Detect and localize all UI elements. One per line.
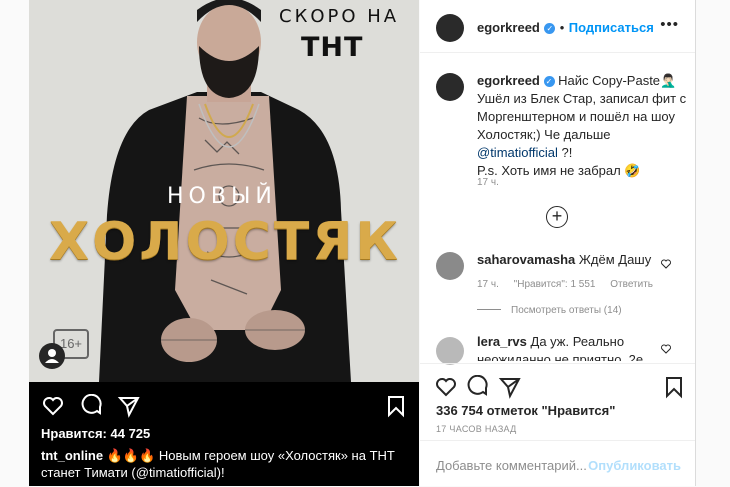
comment-avatar[interactable]: [436, 337, 464, 365]
bookmark-icon[interactable]: [384, 394, 408, 418]
comment-likes[interactable]: "Нравится": 1 551: [514, 279, 596, 290]
likes-count[interactable]: 336 754 отметок "Нравится": [436, 403, 615, 418]
left-likes-count[interactable]: Нравится: 44 725: [41, 426, 150, 441]
comment-meta: 17 ч. "Нравится": 1 551 Ответить: [477, 279, 653, 290]
left-post-panel: СКОРО НА ТНТ НОВЫЙ ХОЛОСТЯК 16+ Нравится…: [29, 0, 419, 486]
post-image[interactable]: СКОРО НА ТНТ НОВЫЙ ХОЛОСТЯК 16+: [29, 0, 419, 382]
caption-time[interactable]: 17 ч.: [477, 177, 499, 188]
caption-avatar[interactable]: [436, 73, 464, 101]
comment-icon[interactable]: [466, 375, 490, 399]
post-comment-button[interactable]: Опубликовать: [588, 458, 681, 473]
header-separator: •: [559, 20, 565, 35]
comment-input[interactable]: Добавьте комментарий...: [436, 458, 587, 473]
tagged-users-icon[interactable]: [39, 343, 65, 369]
caption-ps: P.s. Хоть имя не забрал 🤣: [477, 163, 641, 178]
view-replies-button[interactable]: Посмотреть ответы (14): [477, 305, 622, 316]
left-caption: tnt_online 🔥🔥🔥 Новым героем шоу «Холостя…: [41, 447, 411, 481]
post-caption: egorkreed ✓ Найс Copy-Paste🤦🏻‍♂️ Ушёл из…: [477, 72, 689, 180]
comment-like-heart-icon[interactable]: [660, 343, 672, 355]
verified-icon: ✓: [544, 23, 556, 34]
poster-headline-main: ХОЛОСТЯК: [49, 212, 401, 272]
post-date[interactable]: 17 ЧАСОВ НАЗАД: [436, 424, 517, 434]
share-icon[interactable]: [498, 375, 522, 399]
caption-username[interactable]: egorkreed: [477, 73, 540, 88]
poster-soon-text: СКОРО НА: [279, 6, 400, 27]
comment-item: saharovamasha Ждём Дашу: [477, 251, 667, 269]
comment-icon[interactable]: [80, 394, 104, 418]
follow-button[interactable]: Подписаться: [569, 20, 654, 35]
right-post-panel: egorkreed ✓ • Подписаться ••• egorkreed …: [420, 0, 696, 486]
comment-item: lera_rvs Да уж. Реально неожиданно не пр…: [477, 333, 667, 361]
left-caption-user[interactable]: tnt_online: [41, 448, 103, 463]
share-icon[interactable]: [117, 394, 141, 418]
view-replies-label: Посмотреть ответы (14): [511, 305, 622, 316]
comment-username[interactable]: saharovamasha: [477, 252, 575, 267]
header-username[interactable]: egorkreed: [477, 20, 540, 35]
comment-time[interactable]: 17 ч.: [477, 279, 499, 290]
replies-line: [477, 309, 501, 310]
comment-like-heart-icon[interactable]: [660, 258, 672, 270]
left-post-actions: [29, 382, 419, 427]
poster-headline-top: НОВЫЙ: [167, 184, 277, 209]
bookmark-icon[interactable]: [662, 375, 686, 399]
load-more-comments-icon[interactable]: +: [546, 206, 568, 228]
caption-text-2: ?!: [557, 145, 573, 160]
add-comment-section: Добавьте комментарий... Опубликовать: [420, 440, 695, 487]
header-user-line: egorkreed ✓ • Подписаться: [477, 19, 654, 37]
post-header: egorkreed ✓ • Подписаться •••: [420, 0, 695, 53]
avatar[interactable]: [436, 14, 464, 42]
comment-text: Ждём Дашу: [578, 252, 652, 267]
more-options-icon[interactable]: •••: [660, 16, 679, 33]
channel-logo: ТНТ: [301, 32, 364, 63]
verified-icon: ✓: [543, 76, 555, 87]
reply-button[interactable]: Ответить: [610, 279, 653, 290]
like-heart-icon[interactable]: [41, 394, 65, 418]
comment-username[interactable]: lera_rvs: [477, 334, 527, 349]
comment-avatar[interactable]: [436, 252, 464, 280]
caption-mention-link[interactable]: @timatiofficial: [477, 145, 558, 160]
like-heart-icon[interactable]: [434, 375, 458, 399]
